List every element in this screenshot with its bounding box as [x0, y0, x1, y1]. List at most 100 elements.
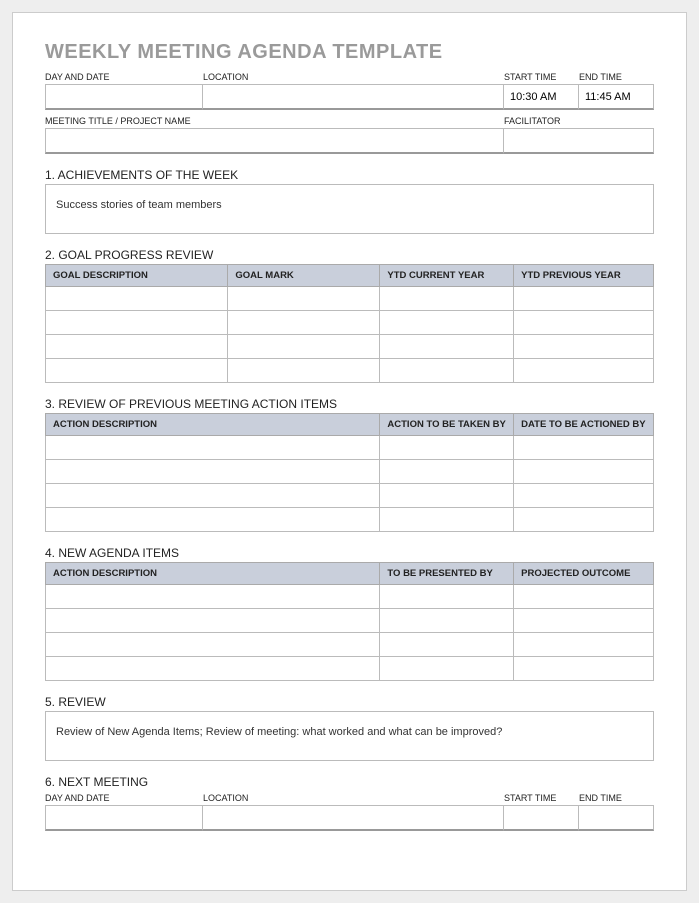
cell[interactable] [46, 460, 380, 484]
section-2-heading: 2. GOAL PROGRESS REVIEW [45, 248, 654, 262]
next-start-time-input[interactable] [504, 805, 579, 831]
table-row [46, 585, 654, 609]
action-desc-header: ACTION DESCRIPTION [46, 414, 380, 436]
end-time-input[interactable] [579, 84, 654, 110]
action-by-header: ACTION TO BE TAKEN BY [380, 414, 514, 436]
review-box[interactable]: Review of New Agenda Items; Review of me… [45, 711, 654, 761]
meta-row-2: MEETING TITLE / PROJECT NAME FACILITATOR [45, 114, 654, 154]
facilitator-label: FACILITATOR [504, 114, 654, 128]
goal-mark-header: GOAL MARK [228, 265, 380, 287]
achievements-text: Success stories of team members [56, 199, 222, 211]
next-location-label: LOCATION [203, 791, 504, 805]
cell[interactable] [380, 335, 514, 359]
table-row [46, 460, 654, 484]
cell[interactable] [46, 609, 380, 633]
review-text: Review of New Agenda Items; Review of me… [56, 726, 502, 738]
cell[interactable] [46, 657, 380, 681]
cell[interactable] [514, 311, 654, 335]
end-time-label: END TIME [579, 70, 654, 84]
cell[interactable] [380, 585, 514, 609]
cell[interactable] [514, 508, 654, 532]
cell[interactable] [46, 287, 228, 311]
section-4-heading: 4. NEW AGENDA ITEMS [45, 546, 654, 560]
cell[interactable] [380, 657, 514, 681]
location-label: LOCATION [203, 70, 504, 84]
section-5-heading: 5. REVIEW [45, 695, 654, 709]
cell[interactable] [380, 436, 514, 460]
table-row [46, 436, 654, 460]
ytd-current-header: YTD CURRENT YEAR [380, 265, 514, 287]
cell[interactable] [46, 484, 380, 508]
cell[interactable] [46, 359, 228, 383]
cell[interactable] [46, 311, 228, 335]
table-row [46, 335, 654, 359]
location-input[interactable] [203, 84, 504, 110]
cell[interactable] [514, 460, 654, 484]
section-1-heading: 1. ACHIEVEMENTS OF THE WEEK [45, 168, 654, 182]
cell[interactable] [514, 335, 654, 359]
cell[interactable] [380, 359, 514, 383]
new-desc-header: ACTION DESCRIPTION [46, 563, 380, 585]
achievements-box[interactable]: Success stories of team members [45, 184, 654, 234]
cell[interactable] [514, 657, 654, 681]
cell[interactable] [514, 287, 654, 311]
cell[interactable] [514, 436, 654, 460]
goal-desc-header: GOAL DESCRIPTION [46, 265, 228, 287]
cell[interactable] [46, 633, 380, 657]
section-3-heading: 3. REVIEW OF PREVIOUS MEETING ACTION ITE… [45, 397, 654, 411]
meeting-title-label: MEETING TITLE / PROJECT NAME [45, 114, 504, 128]
outcome-header: PROJECTED OUTCOME [514, 563, 654, 585]
next-end-time-input[interactable] [579, 805, 654, 831]
next-end-time-label: END TIME [579, 791, 654, 805]
next-day-date-label: DAY AND DATE [45, 791, 203, 805]
cell[interactable] [380, 484, 514, 508]
table-row [46, 484, 654, 508]
cell[interactable] [380, 287, 514, 311]
cell[interactable] [514, 609, 654, 633]
start-time-label: START TIME [504, 70, 579, 84]
table-row [46, 311, 654, 335]
page-title: WEEKLY MEETING AGENDA TEMPLATE [45, 41, 654, 64]
cell[interactable] [380, 609, 514, 633]
section-6-heading: 6. NEXT MEETING [45, 775, 654, 789]
new-agenda-table: ACTION DESCRIPTION TO BE PRESENTED BY PR… [45, 562, 654, 681]
next-location-input[interactable] [203, 805, 504, 831]
ytd-previous-header: YTD PREVIOUS YEAR [514, 265, 654, 287]
cell[interactable] [228, 359, 380, 383]
cell[interactable] [514, 359, 654, 383]
cell[interactable] [380, 311, 514, 335]
next-day-date-input[interactable] [45, 805, 203, 831]
start-time-input[interactable] [504, 84, 579, 110]
cell[interactable] [380, 460, 514, 484]
meeting-title-input[interactable] [45, 128, 504, 154]
cell[interactable] [46, 436, 380, 460]
day-date-input[interactable] [45, 84, 203, 110]
cell[interactable] [228, 287, 380, 311]
cell[interactable] [228, 335, 380, 359]
cell[interactable] [380, 508, 514, 532]
agenda-document: WEEKLY MEETING AGENDA TEMPLATE DAY AND D… [12, 12, 687, 891]
cell[interactable] [514, 585, 654, 609]
cell[interactable] [228, 311, 380, 335]
table-row [46, 359, 654, 383]
cell[interactable] [514, 484, 654, 508]
meta-row-1: DAY AND DATE LOCATION START TIME END TIM… [45, 70, 654, 110]
action-date-header: DATE TO BE ACTIONED BY [514, 414, 654, 436]
facilitator-input[interactable] [504, 128, 654, 154]
table-row [46, 287, 654, 311]
cell[interactable] [46, 508, 380, 532]
cell[interactable] [514, 633, 654, 657]
previous-actions-table: ACTION DESCRIPTION ACTION TO BE TAKEN BY… [45, 413, 654, 532]
cell[interactable] [46, 585, 380, 609]
table-row [46, 609, 654, 633]
table-row [46, 633, 654, 657]
cell[interactable] [46, 335, 228, 359]
next-start-time-label: START TIME [504, 791, 579, 805]
table-row [46, 657, 654, 681]
table-row [46, 508, 654, 532]
presented-by-header: TO BE PRESENTED BY [380, 563, 514, 585]
cell[interactable] [380, 633, 514, 657]
goal-progress-table: GOAL DESCRIPTION GOAL MARK YTD CURRENT Y… [45, 264, 654, 383]
day-date-label: DAY AND DATE [45, 70, 203, 84]
next-meeting-row: DAY AND DATE LOCATION START TIME END TIM… [45, 791, 654, 831]
